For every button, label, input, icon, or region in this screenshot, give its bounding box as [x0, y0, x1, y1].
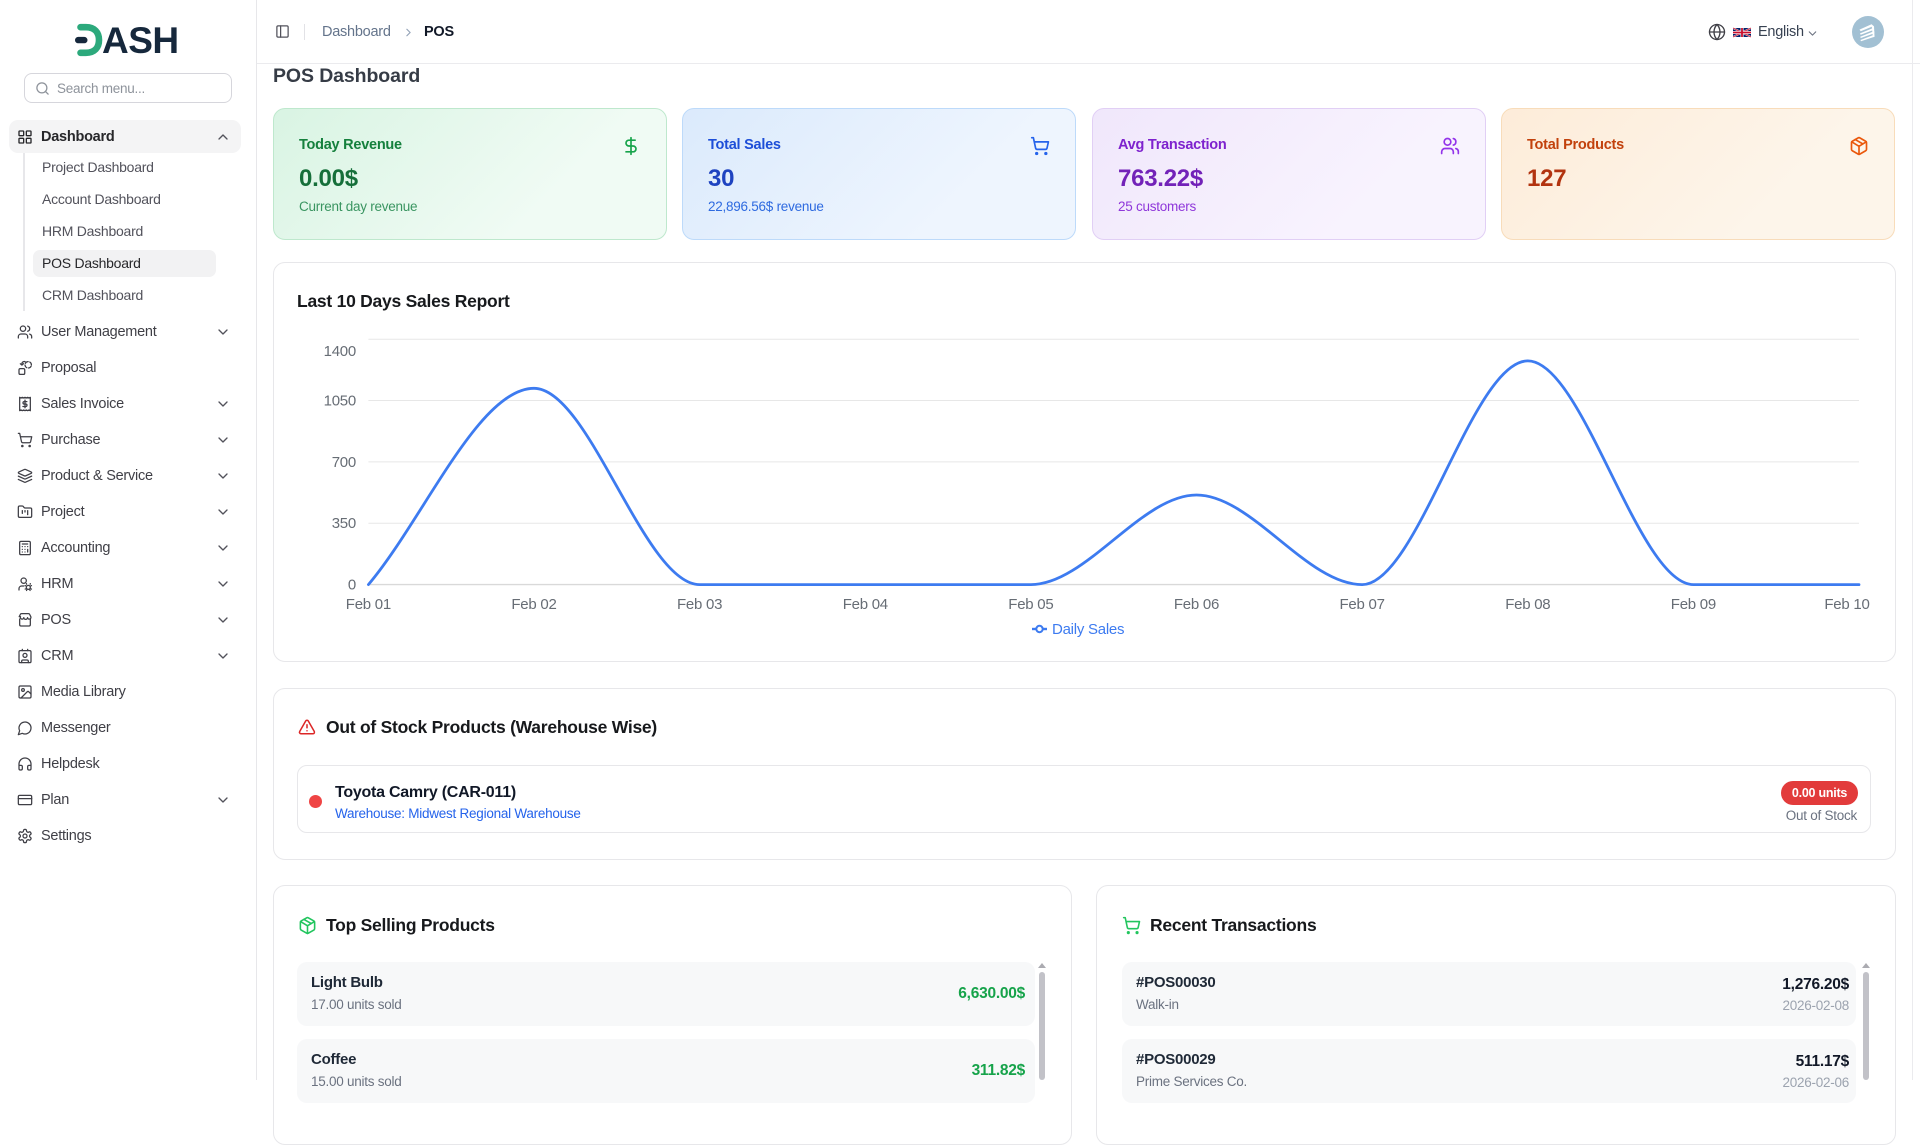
svg-text:0: 0 — [348, 577, 356, 594]
svg-text:Feb 05: Feb 05 — [1008, 596, 1053, 613]
svg-text:350: 350 — [332, 515, 356, 532]
svg-text:Feb 10: Feb 10 — [1824, 596, 1869, 613]
svg-text:Feb 06: Feb 06 — [1174, 596, 1219, 613]
svg-text:Feb 02: Feb 02 — [511, 596, 556, 613]
svg-text:Feb 03: Feb 03 — [677, 596, 722, 613]
svg-text:1400: 1400 — [324, 343, 356, 360]
svg-text:1050: 1050 — [324, 393, 356, 410]
svg-text:Feb 01: Feb 01 — [346, 596, 391, 613]
svg-text:Feb 04: Feb 04 — [843, 596, 888, 613]
svg-text:700: 700 — [332, 454, 356, 471]
svg-text:Daily Sales: Daily Sales — [1052, 621, 1124, 638]
svg-text:Feb 07: Feb 07 — [1339, 596, 1384, 613]
svg-text:ASH: ASH — [102, 22, 179, 58]
svg-text:Feb 08: Feb 08 — [1505, 596, 1550, 613]
svg-text:Feb 09: Feb 09 — [1671, 596, 1716, 613]
